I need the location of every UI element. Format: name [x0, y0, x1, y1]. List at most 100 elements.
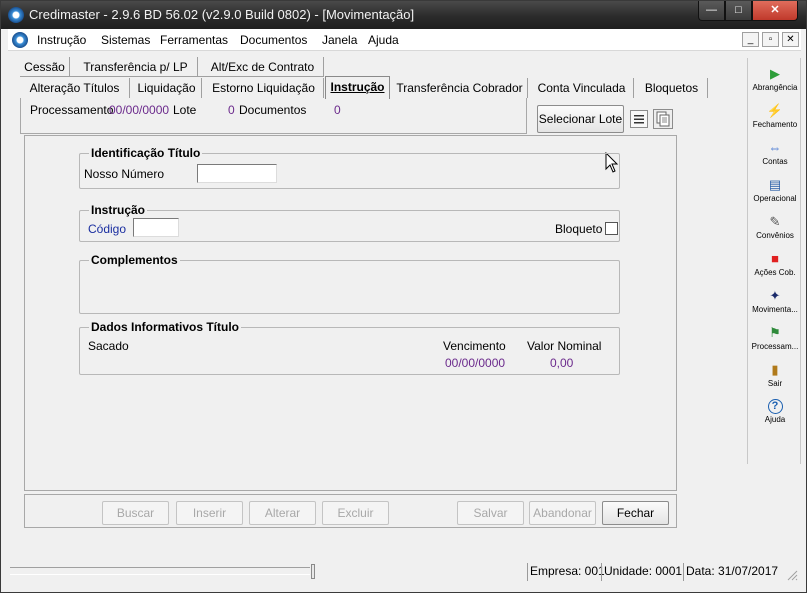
- tab-conta-vinculada[interactable]: Conta Vinculada: [530, 78, 634, 98]
- mdi-close-button[interactable]: ✕: [782, 32, 799, 47]
- inserir-button[interactable]: Inserir: [176, 501, 243, 525]
- bloqueto-checkbox[interactable]: [605, 222, 618, 235]
- valor-nominal-label: Valor Nominal: [527, 339, 602, 353]
- excluir-button[interactable]: Excluir: [322, 501, 389, 525]
- documentos-value: 0: [334, 103, 341, 117]
- toolbar-abrangencia[interactable]: ▶ Abrangência: [748, 64, 802, 100]
- toolbar-label-movimentacao: Movimenta...: [752, 305, 798, 314]
- toolbar-label-processamento: Processam...: [751, 342, 799, 351]
- nosso-numero-input[interactable]: [197, 164, 277, 183]
- status-empresa: Empresa: 001: [527, 563, 605, 581]
- sair-icon: ▮: [771, 362, 779, 377]
- toolbar-convenios[interactable]: ✎ Convênios: [748, 212, 802, 248]
- abrangencia-icon: ▶: [770, 66, 780, 81]
- toolbar-label-abrangencia: Abrangência: [752, 83, 798, 92]
- status-progress-track: [10, 567, 310, 575]
- fechamento-icon: ⚡: [766, 103, 784, 118]
- tab-liquidacao[interactable]: Liquidação: [132, 78, 202, 98]
- instrucao-title: Instrução: [89, 203, 148, 217]
- sacado-label: Sacado: [88, 339, 129, 353]
- mdi-restore-button[interactable]: ▫: [762, 32, 779, 47]
- client-area: Instrução Sistemas Ferramentas Documento…: [8, 29, 801, 587]
- status-data: Data: 31/07/2017: [683, 563, 783, 581]
- tab-alteracao-titulos[interactable]: Alteração Títulos: [20, 78, 130, 98]
- lote-label: Lote: [173, 103, 197, 117]
- buscar-button[interactable]: Buscar: [102, 501, 169, 525]
- fechar-button[interactable]: Fechar: [602, 501, 669, 525]
- tab-bloquetos[interactable]: Bloquetos: [636, 78, 708, 98]
- processamento-label: Processamento: [30, 103, 114, 117]
- menu-sistemas[interactable]: Sistemas: [101, 33, 150, 47]
- processamento-value: 00/00/0000: [109, 103, 170, 117]
- menu-documentos[interactable]: Documentos: [240, 33, 307, 47]
- tab-alt-exc-contrato[interactable]: Alt/Exc de Contrato: [202, 57, 324, 77]
- bloqueto-label: Bloqueto: [555, 222, 603, 236]
- tab-estorno-liquidacao[interactable]: Estorno Liquidação: [204, 78, 324, 98]
- menu-ajuda[interactable]: Ajuda: [368, 33, 399, 47]
- valor-nominal-value: 0,00: [550, 356, 574, 370]
- mdi-child-icon[interactable]: [12, 32, 28, 48]
- toolbar-contas[interactable]: ⇔ Contas: [748, 138, 802, 174]
- minimize-button[interactable]: —: [698, 1, 725, 21]
- tab-transferencia-lp[interactable]: Transferência p/ LP: [74, 57, 198, 77]
- complementos-title: Complementos: [89, 253, 180, 267]
- menu-janela[interactable]: Janela: [322, 33, 357, 47]
- abandonar-button[interactable]: Abandonar: [529, 501, 596, 525]
- status-unidade: Unidade: 0001: [601, 563, 682, 581]
- close-button[interactable]: ✕: [752, 1, 798, 21]
- toolbar-processamento[interactable]: ⚑ Processam...: [748, 323, 802, 359]
- vencimento-value: 00/00/0000: [445, 356, 506, 370]
- title-bar: Credimaster - 2.9.6 BD 56.02 (v2.9.0 Bui…: [1, 1, 806, 29]
- codigo-input[interactable]: [133, 218, 179, 237]
- tab-transferencia-cobrador[interactable]: Transferência Cobrador: [392, 78, 528, 98]
- processamento-icon: ⚑: [769, 325, 781, 340]
- tab-row1-divider: [20, 76, 324, 77]
- toolbar-operacional[interactable]: ▤ Operacional: [748, 175, 802, 211]
- toolbar-label-ajuda: Ajuda: [764, 415, 786, 424]
- maximize-button[interactable]: □: [725, 1, 752, 21]
- toolbar-label-operacional: Operacional: [753, 194, 797, 203]
- ajuda-icon: ?: [767, 399, 783, 414]
- app-logo-icon: [8, 7, 24, 23]
- toolbar-ajuda[interactable]: ? Ajuda: [748, 397, 802, 433]
- window-title: Credimaster - 2.9.6 BD 56.02 (v2.9.0 Bui…: [29, 7, 415, 22]
- operacional-icon: ▤: [768, 177, 782, 192]
- movimentacao-icon: ✦: [769, 288, 781, 303]
- toolbar-fechamento[interactable]: ⚡ Fechamento: [748, 101, 802, 137]
- documentos-label: Documentos: [239, 103, 307, 117]
- tab-instrucao[interactable]: Instrução: [325, 76, 390, 99]
- lote-value: 0: [228, 103, 235, 117]
- toolbar-movimentacao[interactable]: ✦ Movimenta...: [748, 286, 802, 322]
- right-toolbar: ▶ Abrangência ⚡ Fechamento ⇔ Contas ▤ Op…: [747, 58, 801, 464]
- status-progress-handle[interactable]: [311, 564, 315, 579]
- document-view-icon[interactable]: [653, 109, 673, 129]
- status-bar: Empresa: 001 Unidade: 0001 Data: 31/07/2…: [8, 561, 801, 585]
- nosso-numero-label: Nosso Número: [84, 167, 165, 181]
- salvar-button[interactable]: Salvar: [457, 501, 524, 525]
- convenios-icon: ✎: [769, 214, 781, 229]
- complementos-group: Complementos: [79, 253, 620, 314]
- menu-ferramentas[interactable]: Ferramentas: [160, 33, 228, 47]
- codigo-label: Código: [88, 222, 127, 236]
- toolbar-label-sair: Sair: [767, 379, 783, 388]
- acoes-cob-icon: ■: [771, 251, 779, 266]
- main-window: Credimaster - 2.9.6 BD 56.02 (v2.9.0 Bui…: [0, 0, 807, 593]
- toolbar-acoes-cob[interactable]: ■ Ações Cob.: [748, 249, 802, 285]
- menu-bar: Instrução Sistemas Ferramentas Documento…: [8, 29, 801, 51]
- toolbar-label-fechamento: Fechamento: [752, 120, 798, 129]
- selecionar-lote-button[interactable]: Selecionar Lote: [537, 105, 624, 133]
- menu-instrucao[interactable]: Instrução: [37, 33, 86, 47]
- toolbar-sair[interactable]: ▮ Sair: [748, 360, 802, 396]
- contas-icon: ⇔: [768, 140, 782, 155]
- toolbar-label-acoes-cob: Ações Cob.: [754, 268, 796, 277]
- identificacao-titulo-title: Identificação Título: [89, 146, 203, 160]
- toolbar-label-contas: Contas: [762, 157, 788, 166]
- list-view-icon[interactable]: [630, 110, 648, 128]
- toolbar-label-convenios: Convênios: [756, 231, 794, 240]
- vencimento-label: Vencimento: [443, 339, 506, 353]
- resize-grip-icon[interactable]: [786, 569, 798, 581]
- tab-cessao[interactable]: Cessão: [20, 57, 70, 77]
- mdi-minimize-button[interactable]: _: [742, 32, 759, 47]
- dados-informativos-title: Dados Informativos Título: [89, 320, 242, 334]
- alterar-button[interactable]: Alterar: [249, 501, 316, 525]
